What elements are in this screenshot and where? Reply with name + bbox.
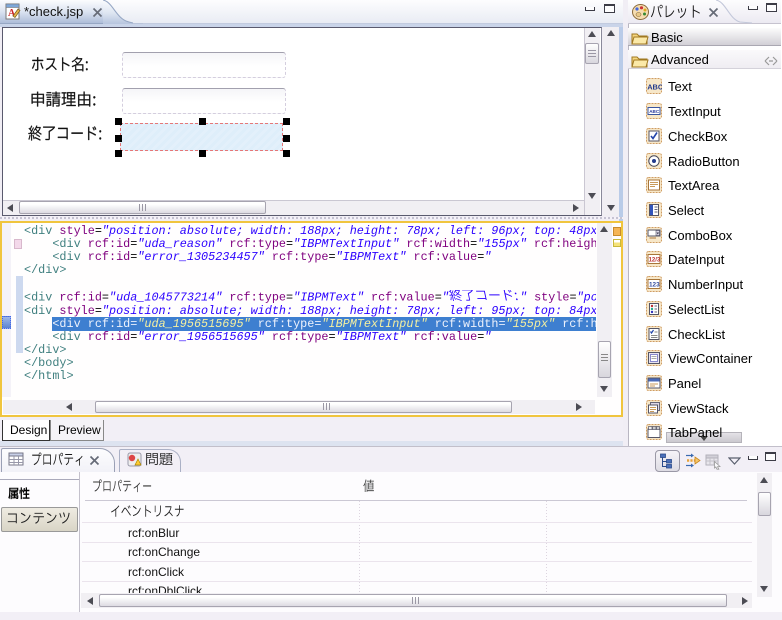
svg-text:ABC: ABC <box>649 109 660 114</box>
svg-text:ABC: ABC <box>647 83 662 92</box>
svg-text:123: 123 <box>649 282 660 289</box>
svg-text:12/3: 12/3 <box>649 258 661 264</box>
